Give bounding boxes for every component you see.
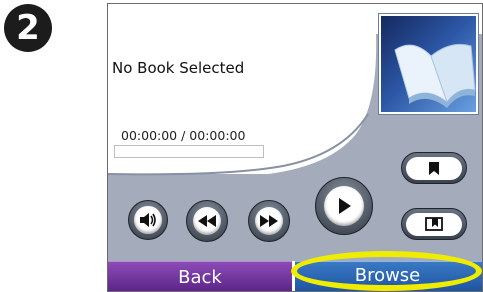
step-number: 2: [16, 8, 40, 48]
volume-icon: [134, 206, 162, 234]
book-title: No Book Selected: [112, 59, 245, 77]
fast-forward-button[interactable]: [248, 200, 290, 242]
volume-button[interactable]: [128, 200, 168, 240]
step-number-badge: 2: [4, 4, 52, 52]
rewind-icon: [192, 206, 222, 236]
progress-bar[interactable]: [114, 145, 264, 158]
browse-button-label: Browse: [354, 264, 421, 286]
fast-forward-icon: [254, 206, 284, 236]
bookmark-list-button[interactable]: [401, 208, 467, 240]
audiobook-player-screen: No Book Selected 00:00:00 / 00:00:00 Bac…: [107, 3, 483, 292]
open-book-icon: [381, 16, 476, 112]
rewind-button[interactable]: [186, 200, 228, 242]
time-readout: 00:00:00 / 00:00:00: [121, 128, 246, 143]
play-button[interactable]: [315, 177, 373, 235]
book-cover: [378, 13, 479, 115]
play-icon: [323, 185, 365, 227]
bookmark-list-icon: [406, 212, 462, 236]
browse-button[interactable]: Browse: [294, 260, 481, 290]
bookmark-icon: [406, 156, 462, 180]
bookmark-button[interactable]: [401, 152, 467, 184]
back-button[interactable]: Back: [108, 261, 292, 291]
